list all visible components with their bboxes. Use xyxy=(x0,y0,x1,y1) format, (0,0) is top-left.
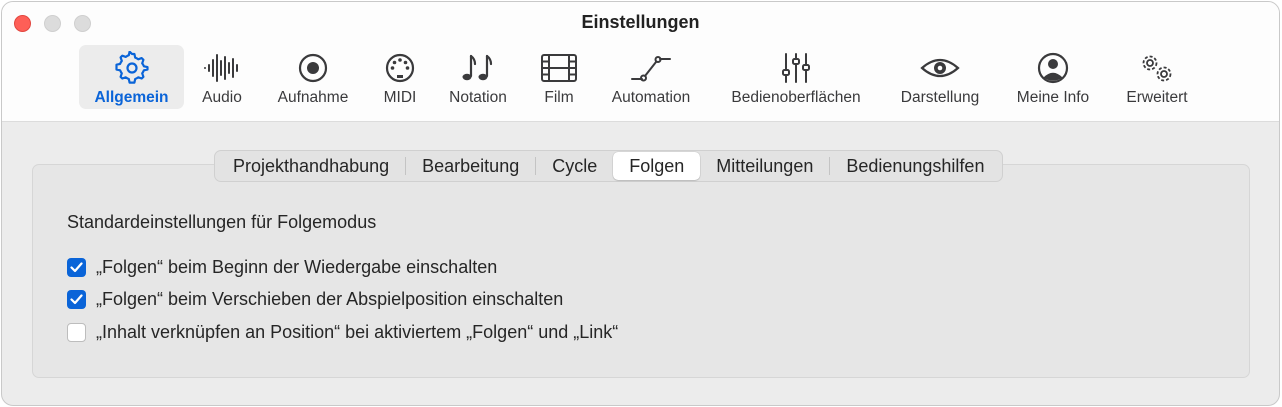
toolbar-item-label: Darstellung xyxy=(900,89,980,106)
title-bar: Einstellungen Allgemein Audio Aufnahme M… xyxy=(2,2,1279,122)
tab-folgen[interactable]: Folgen xyxy=(613,152,701,180)
midi-port-icon xyxy=(383,49,417,87)
checkmark-icon xyxy=(70,262,83,273)
option-inhalt-verknuepfen[interactable]: „Inhalt verknüpfen an Position“ bei akti… xyxy=(67,322,618,343)
gear-icon xyxy=(114,49,149,87)
option-label: „Inhalt verknüpfen an Position“ bei akti… xyxy=(96,322,619,342)
automation-curve-icon xyxy=(630,49,672,87)
music-notes-icon xyxy=(460,49,496,87)
sliders-icon xyxy=(780,49,812,87)
toolbar-item-label: Aufnahme xyxy=(277,89,349,106)
toolbar-item-audio[interactable]: Audio xyxy=(192,45,252,109)
toolbar-item-label: Bedienoberflächen xyxy=(731,89,861,106)
toolbar-item-film[interactable]: Film xyxy=(532,45,586,109)
option-folgen-abspielposition[interactable]: „Folgen“ beim Verschieben der Abspielpos… xyxy=(67,289,563,310)
toolbar-item-automation[interactable]: Automation xyxy=(602,45,700,109)
toolbar-item-meine-info[interactable]: Meine Info xyxy=(1006,45,1100,109)
toolbar-item-label: Film xyxy=(544,89,574,106)
toolbar-item-erweitert[interactable]: Erweitert xyxy=(1116,45,1198,109)
waveform-icon xyxy=(202,49,242,87)
toolbar-item-aufnahme[interactable]: Aufnahme xyxy=(268,45,358,109)
toolbar-item-label: Notation xyxy=(449,89,507,106)
toolbar-item-label: Meine Info xyxy=(1016,89,1090,106)
record-icon xyxy=(296,49,330,87)
film-icon xyxy=(540,49,578,87)
toolbar-item-label: Erweitert xyxy=(1126,89,1188,106)
option-label: „Folgen“ beim Beginn der Wiedergabe eins… xyxy=(96,257,498,277)
person-icon xyxy=(1036,49,1070,87)
tab-bedienungshilfen[interactable]: Bedienungshilfen xyxy=(830,152,1000,180)
checkmark-icon xyxy=(70,294,83,305)
toolbar-item-label: Audio xyxy=(202,89,242,106)
toolbar-item-allgemein[interactable]: Allgemein xyxy=(79,45,184,109)
tab-cycle[interactable]: Cycle xyxy=(536,152,613,180)
option-label: „Folgen“ beim Verschieben der Abspielpos… xyxy=(96,289,564,309)
tab-bearbeitung[interactable]: Bearbeitung xyxy=(406,152,535,180)
toolbar-item-label: MIDI xyxy=(383,89,417,106)
window-title: Einstellungen xyxy=(581,12,700,32)
option-folgen-wiedergabe[interactable]: „Folgen“ beim Beginn der Wiedergabe eins… xyxy=(67,257,497,278)
checkbox-folgen-abspielposition[interactable] xyxy=(67,290,86,309)
tab-mitteilungen[interactable]: Mitteilungen xyxy=(700,152,829,180)
toolbar-item-label: Allgemein xyxy=(94,89,169,106)
toolbar-item-label: Automation xyxy=(611,89,691,106)
section-heading: Standardeinstellungen für Folgemodus xyxy=(67,212,377,232)
toolbar-item-midi[interactable]: MIDI xyxy=(374,45,426,109)
checkbox-inhalt-verknuepfen[interactable] xyxy=(67,323,86,342)
toolbar-item-bedienoberflaechen[interactable]: Bedienoberflächen xyxy=(718,45,874,109)
toolbar-item-notation[interactable]: Notation xyxy=(440,45,516,109)
gears-icon xyxy=(1136,49,1178,87)
checkbox-folgen-wiedergabe[interactable] xyxy=(67,258,86,277)
toolbar-item-darstellung[interactable]: Darstellung xyxy=(890,45,990,109)
settings-tab-bar: Projekthandhabung Bearbeitung Cycle Folg… xyxy=(214,150,1004,182)
settings-window: Einstellungen Allgemein Audio Aufnahme M… xyxy=(1,1,1280,406)
eye-icon xyxy=(920,49,960,87)
tab-projekthandhabung[interactable]: Projekthandhabung xyxy=(217,152,405,180)
